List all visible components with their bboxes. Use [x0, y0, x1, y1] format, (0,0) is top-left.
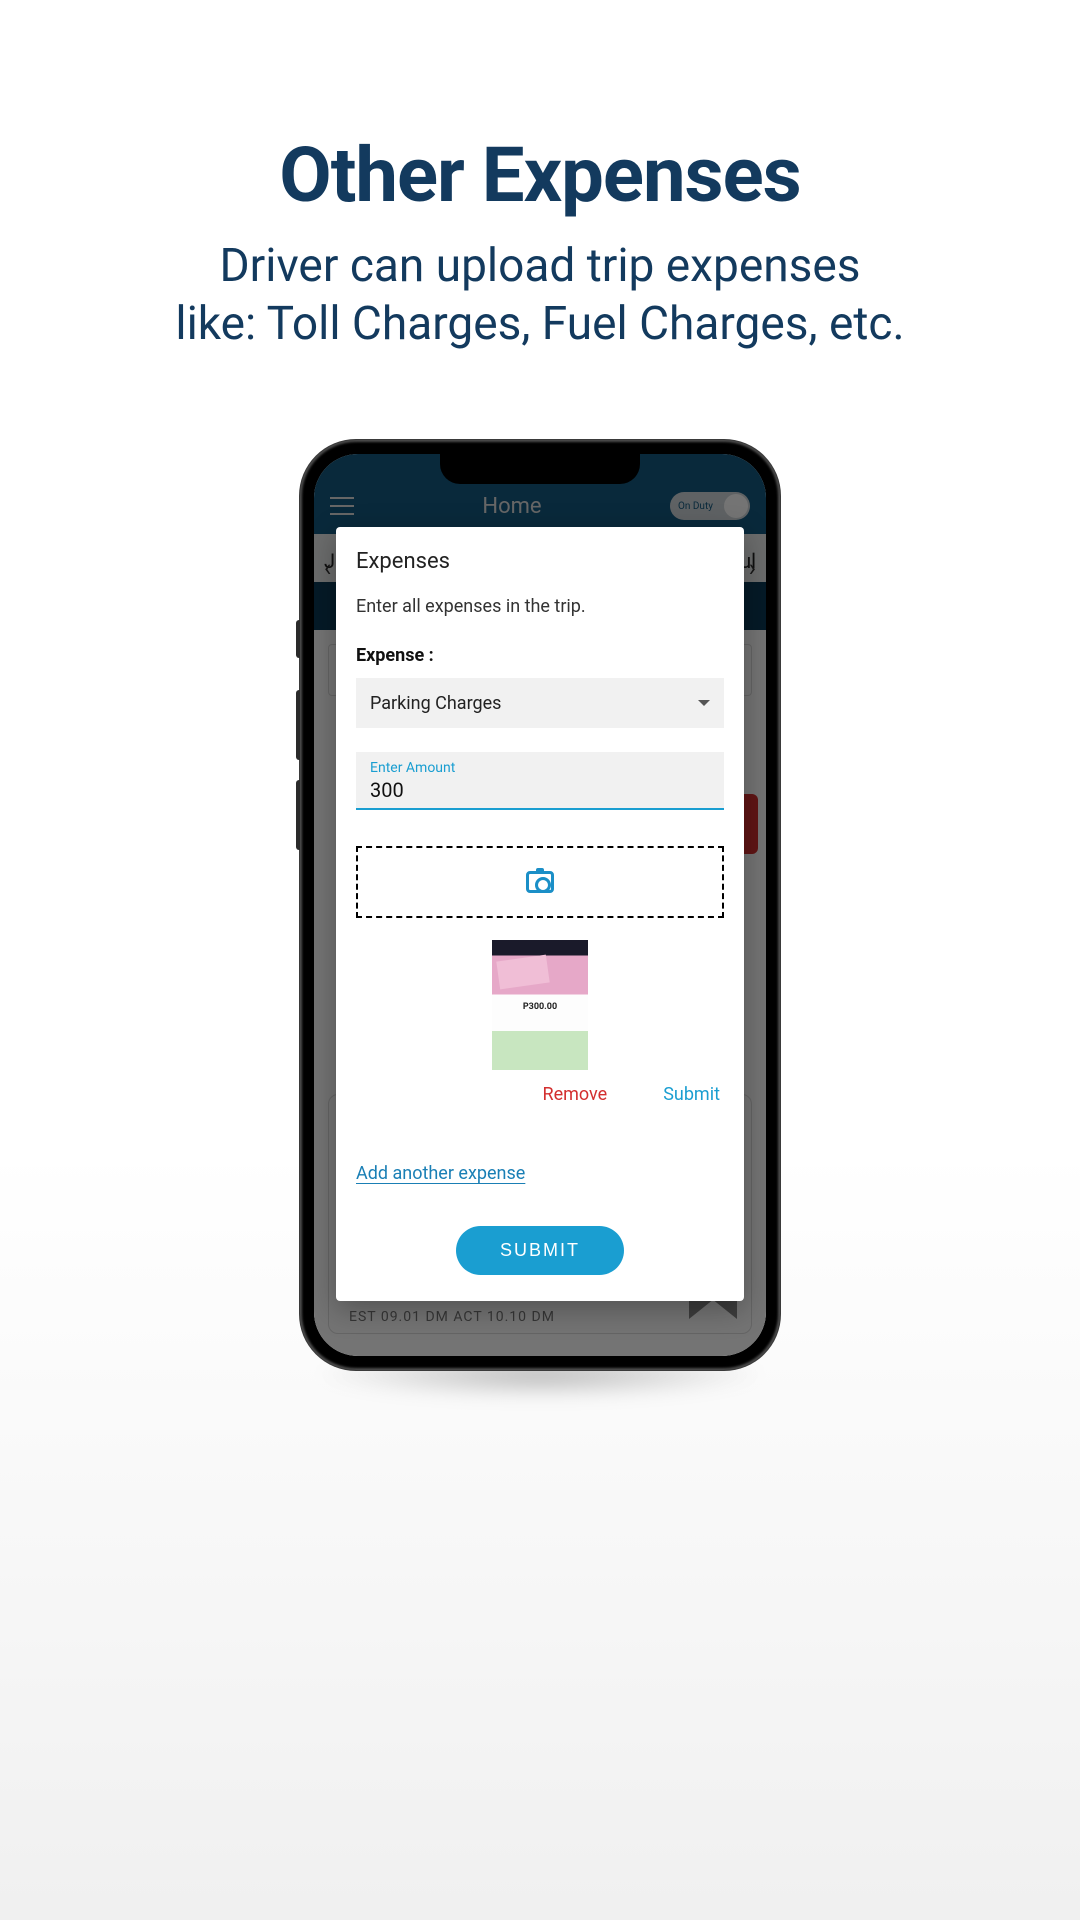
expense-type-dropdown[interactable]: Parking Charges	[356, 678, 724, 728]
receipt-thumbnail[interactable]	[492, 940, 588, 1070]
phone-frame: Home On Duty Ju ul ‹ › Bus Stop	[300, 440, 780, 1370]
phone-screen: Home On Duty Ju ul ‹ › Bus Stop	[314, 454, 766, 1356]
hero-title: Other Expenses	[0, 130, 1080, 220]
phone-side-button	[296, 690, 300, 760]
hero-subtitle: Driver can upload trip expenses like: To…	[0, 238, 1080, 353]
amount-field[interactable]: Enter Amount 300	[356, 752, 724, 810]
phone-side-button	[296, 780, 300, 850]
submit-button[interactable]: SUBMIT	[456, 1226, 624, 1275]
modal-subtitle: Enter all expenses in the trip.	[356, 596, 724, 617]
add-another-expense-link[interactable]: Add another expense	[356, 1163, 724, 1184]
amount-value: 300	[370, 778, 404, 802]
expense-label: Expense :	[356, 645, 724, 666]
modal-title: Expenses	[356, 549, 724, 574]
chevron-down-icon	[698, 700, 710, 706]
camera-upload-box[interactable]	[356, 846, 724, 918]
amount-float-label: Enter Amount	[370, 760, 710, 776]
submit-link[interactable]: Submit	[663, 1084, 720, 1105]
hero-section: Other Expenses Driver can upload trip ex…	[0, 0, 1080, 353]
expenses-modal: Expenses Enter all expenses in the trip.…	[336, 527, 744, 1301]
camera-icon	[526, 871, 554, 893]
phone-side-button	[296, 620, 300, 658]
remove-button[interactable]: Remove	[543, 1084, 608, 1105]
phone-notch	[440, 454, 640, 484]
dropdown-value: Parking Charges	[370, 693, 501, 714]
